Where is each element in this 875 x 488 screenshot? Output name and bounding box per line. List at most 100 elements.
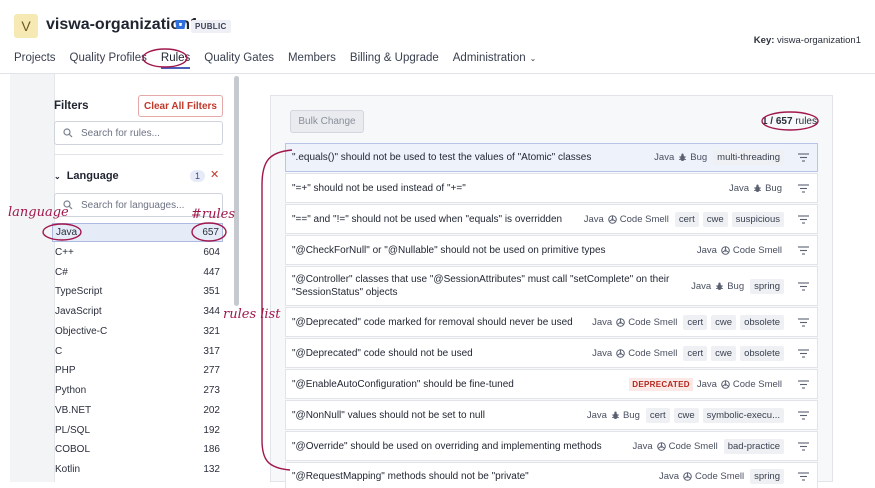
filters-scrollbar[interactable] bbox=[234, 76, 239, 306]
rule-type-label: Code Smell bbox=[619, 213, 669, 225]
language-facet-item[interactable]: COBOL 186 bbox=[52, 440, 223, 459]
rule-tag[interactable]: suspicious bbox=[731, 211, 784, 227]
rule-tag[interactable]: cwe bbox=[711, 314, 737, 330]
annotation-language: language bbox=[8, 205, 69, 220]
search-rules-input[interactable]: Search for rules... bbox=[54, 121, 223, 145]
rule-tag[interactable]: symbolic-execu... bbox=[702, 407, 784, 423]
rule-title[interactable]: "@Override" should be used on overriding… bbox=[292, 440, 633, 453]
rule-tag[interactable]: multi-threading bbox=[713, 150, 784, 165]
filter-similar-icon[interactable] bbox=[798, 410, 809, 420]
filter-similar-icon[interactable] bbox=[798, 153, 809, 162]
rule-type: Bug bbox=[715, 281, 744, 292]
nav-administration[interactable]: Administration ⌄ bbox=[453, 52, 537, 64]
language-facet-count: 447 bbox=[203, 266, 220, 278]
rule-row[interactable]: "@Override" should be used on overriding… bbox=[285, 431, 818, 461]
rule-tag[interactable]: cert bbox=[683, 314, 708, 330]
rule-type: Code Smell bbox=[616, 317, 677, 328]
rule-row[interactable]: "@Deprecated" code marked for removal sh… bbox=[285, 307, 818, 337]
language-facet-item[interactable]: Objective-C 321 bbox=[52, 322, 223, 341]
filter-similar-icon[interactable] bbox=[798, 471, 809, 481]
language-facet-item[interactable]: PHP 277 bbox=[52, 361, 223, 380]
filter-similar-icon[interactable] bbox=[798, 379, 809, 389]
rule-tag[interactable]: cwe bbox=[673, 407, 699, 423]
code-smell-icon bbox=[616, 348, 626, 358]
rule-title[interactable]: "@RequestMapping" methods should not be … bbox=[292, 470, 659, 483]
rule-tag[interactable]: spring bbox=[750, 468, 784, 484]
filter-similar-icon[interactable] bbox=[798, 441, 809, 451]
language-facet-item[interactable]: Kotlin 132 bbox=[52, 460, 223, 479]
nav-members[interactable]: Members bbox=[288, 52, 336, 64]
rule-tag[interactable]: bad-practice bbox=[723, 438, 784, 454]
language-facet-item[interactable]: C# 447 bbox=[52, 263, 223, 282]
rule-language: Java bbox=[592, 316, 613, 328]
filter-similar-icon[interactable] bbox=[798, 245, 809, 255]
language-facet-name: VB.NET bbox=[55, 404, 92, 416]
rule-row[interactable]: "@RequestMapping" methods should not be … bbox=[285, 462, 818, 488]
rule-row[interactable]: "@CheckForNull" or "@Nullable" should no… bbox=[285, 235, 818, 265]
rule-title[interactable]: "=+" should not be used instead of "+=" bbox=[292, 182, 729, 195]
rule-tag[interactable]: spring bbox=[750, 278, 784, 294]
language-facet-header[interactable]: ⌄ Language bbox=[54, 170, 119, 182]
language-facet-item[interactable]: JavaScript 344 bbox=[52, 302, 223, 321]
rule-row[interactable]: ".equals()" should not be used to test t… bbox=[285, 143, 818, 172]
language-facet-item[interactable]: PL/SQL 192 bbox=[52, 421, 223, 440]
language-facet-count: 192 bbox=[203, 424, 220, 436]
clear-all-filters-button[interactable]: Clear All Filters bbox=[138, 95, 223, 117]
filter-similar-icon[interactable] bbox=[798, 183, 809, 193]
rule-title[interactable]: "@Deprecated" code marked for removal sh… bbox=[292, 316, 592, 329]
language-facet-item[interactable]: TypeScript 351 bbox=[52, 282, 223, 301]
nav-rules[interactable]: Rules bbox=[160, 52, 191, 69]
rule-row[interactable]: "@NonNull" values should not be set to n… bbox=[285, 400, 818, 430]
chevron-down-icon: ⌄ bbox=[529, 54, 537, 63]
rule-row[interactable]: "@Deprecated" code should not be used Jav… bbox=[285, 338, 818, 368]
rule-type-label: Code Smell bbox=[628, 316, 678, 328]
rule-tag[interactable]: obsolete bbox=[740, 314, 784, 330]
rule-tag[interactable]: cert bbox=[674, 211, 699, 227]
rule-tag[interactable]: cert bbox=[645, 407, 670, 423]
rule-title[interactable]: "@Controller" classes that use "@Session… bbox=[292, 273, 691, 299]
bulk-change-button[interactable]: Bulk Change bbox=[290, 110, 364, 133]
rule-language: Java bbox=[696, 244, 717, 256]
rule-tag[interactable]: cwe bbox=[711, 345, 737, 361]
language-facet-item[interactable]: C 317 bbox=[52, 342, 223, 361]
rule-type: Code Smell bbox=[616, 348, 677, 359]
filter-similar-icon[interactable] bbox=[798, 214, 809, 224]
rule-row[interactable]: "=+" should not be used instead of "+=" J… bbox=[285, 173, 818, 203]
nav-quality-profiles[interactable]: Quality Profiles bbox=[70, 52, 147, 64]
bitbucket-icon bbox=[175, 20, 186, 29]
filter-similar-icon[interactable] bbox=[798, 281, 809, 291]
rule-type-label: Code Smell bbox=[732, 378, 782, 390]
rule-row[interactable]: "@EnableAutoConfiguration" should be fin… bbox=[285, 369, 818, 399]
rule-row[interactable]: "==" and "!=" should not be used when "e… bbox=[285, 204, 818, 234]
filter-similar-icon[interactable] bbox=[798, 348, 809, 358]
rule-title[interactable]: "@CheckForNull" or "@Nullable" should no… bbox=[292, 244, 697, 257]
language-facet-name: Python bbox=[55, 385, 87, 396]
filters-divider bbox=[54, 154, 223, 155]
code-smell-icon bbox=[616, 317, 626, 327]
rule-tag[interactable]: obsolete bbox=[740, 345, 784, 361]
rule-row[interactable]: "@Controller" classes that use "@Session… bbox=[285, 266, 818, 306]
rule-title[interactable]: ".equals()" should not be used to test t… bbox=[292, 151, 654, 164]
rule-title[interactable]: "@Deprecated" code should not be used bbox=[292, 347, 592, 360]
rule-title[interactable]: "@EnableAutoConfiguration" should be fin… bbox=[292, 378, 629, 391]
nav-projects[interactable]: Projects bbox=[14, 52, 56, 64]
language-facet-item[interactable]: VB.NET 202 bbox=[52, 401, 223, 420]
filter-similar-icon[interactable] bbox=[798, 317, 809, 327]
rule-tag[interactable]: cwe bbox=[702, 211, 728, 227]
language-facet-item[interactable]: Java 657 bbox=[52, 223, 223, 242]
org-avatar: V bbox=[14, 14, 38, 38]
language-facet-item[interactable]: Python 273 bbox=[52, 381, 223, 400]
rule-title[interactable]: "@NonNull" values should not be set to n… bbox=[292, 409, 587, 422]
rule-tag[interactable]: cert bbox=[683, 345, 708, 361]
clear-language-icon[interactable]: ✕ bbox=[210, 168, 219, 181]
chevron-down-icon: ⌄ bbox=[54, 172, 61, 181]
nav-quality-gates[interactable]: Quality Gates bbox=[204, 52, 274, 64]
language-facet-item[interactable]: C++ 604 bbox=[52, 243, 223, 262]
rule-meta: Java Bug bbox=[729, 183, 809, 194]
nav-billing-upgrade[interactable]: Billing & Upgrade bbox=[350, 52, 439, 64]
rule-title[interactable]: "==" and "!=" should not be used when "e… bbox=[292, 213, 584, 226]
rule-type-label: Bug bbox=[727, 280, 745, 292]
rule-language: Java bbox=[583, 213, 604, 225]
bug-icon bbox=[754, 184, 762, 192]
bug-icon bbox=[716, 282, 724, 290]
